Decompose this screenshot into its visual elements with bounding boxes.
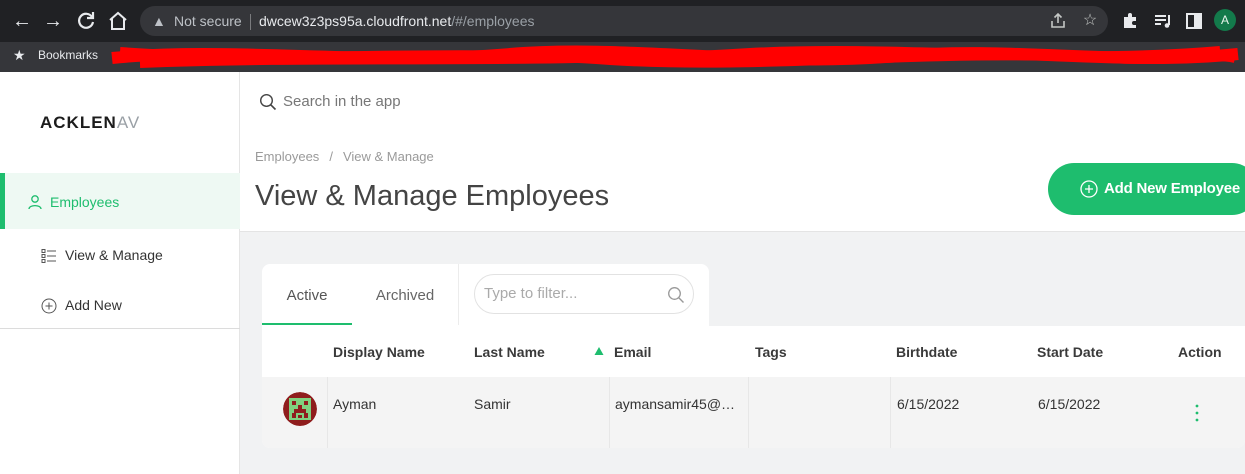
- logo-text-tail: AV: [116, 113, 140, 132]
- tab-active[interactable]: Active: [262, 264, 352, 325]
- home-icon[interactable]: [106, 9, 130, 33]
- tab-divider: [458, 264, 459, 325]
- star-bookmark-icon[interactable]: ☆: [1080, 11, 1100, 31]
- app-search[interactable]: Search in the app: [250, 82, 995, 122]
- sidebar-item-label: Employees: [50, 194, 120, 210]
- bookmarks-label[interactable]: Bookmarks: [38, 48, 98, 62]
- column-header-display-name[interactable]: Display Name: [333, 344, 425, 360]
- redaction-scribble: [111, 45, 1239, 68]
- employees-table: Display Name Last Name Email Tags Birthd…: [262, 326, 1245, 448]
- search-input[interactable]: Search in the app: [283, 93, 401, 110]
- plus-circle-icon: [1080, 180, 1098, 198]
- extensions-puzzle-icon[interactable]: [1118, 9, 1142, 33]
- employee-tabs: Active Archived Type to filter...: [262, 264, 709, 328]
- search-icon: [668, 287, 684, 303]
- browser-toolbar: ← → ▲ Not secure dwcew3z3ps95a.cloudfron…: [0, 0, 1245, 42]
- tab-archived[interactable]: Archived: [360, 264, 450, 325]
- cell-divider: [748, 377, 749, 448]
- url-host: dwcew3z3ps95a.cloudfront.net: [259, 13, 452, 29]
- back-arrow-icon[interactable]: ←: [10, 9, 34, 33]
- address-bar[interactable]: ▲ Not secure dwcew3z3ps95a.cloudfront.ne…: [140, 6, 1108, 36]
- user-icon: [28, 195, 42, 210]
- sidebar: ACKLENAV Employees View & Manage Add New: [0, 72, 240, 474]
- list-icon: [41, 249, 56, 263]
- share-icon[interactable]: [1048, 11, 1068, 31]
- logo-text: ACKLEN: [40, 113, 117, 132]
- side-panel-icon[interactable]: [1182, 9, 1206, 33]
- url-text: dwcew3z3ps95a.cloudfront.net/#/employees: [259, 13, 535, 29]
- profile-avatar[interactable]: A: [1214, 9, 1236, 31]
- table-row[interactable]: Ayman Samir aymansamir45@… 6/15/2022 6/1…: [262, 377, 1245, 448]
- more-actions-icon[interactable]: [1192, 403, 1202, 423]
- sidebar-divider: [0, 328, 240, 329]
- filter-placeholder: Type to filter...: [484, 285, 578, 302]
- cell-display-name: Ayman: [333, 396, 377, 412]
- column-header-email[interactable]: Email: [614, 344, 651, 360]
- active-indicator: [0, 173, 5, 229]
- column-header-tags[interactable]: Tags: [755, 344, 787, 360]
- url-path: /#/employees: [451, 13, 535, 29]
- breadcrumb-item-view-manage[interactable]: View & Manage: [343, 149, 434, 164]
- breadcrumb-separator: /: [329, 149, 333, 164]
- breadcrumb: Employees / View & Manage: [255, 149, 434, 164]
- sort-ascending-icon[interactable]: [594, 346, 604, 356]
- media-queue-icon[interactable]: [1151, 9, 1175, 33]
- cell-email: aymansamir45@…: [615, 396, 736, 412]
- sidebar-item-label: View & Manage: [65, 247, 163, 263]
- plus-circle-icon: [41, 298, 57, 314]
- filter-input[interactable]: Type to filter...: [474, 274, 694, 314]
- cell-start-date: 6/15/2022: [1038, 396, 1101, 412]
- sidebar-item-label: Add New: [65, 297, 122, 313]
- bookmarks-bar: ★ Bookmarks: [0, 42, 1245, 72]
- url-separator: [250, 14, 251, 30]
- security-label: Not secure: [174, 13, 242, 29]
- forward-arrow-icon[interactable]: →: [41, 9, 65, 33]
- column-header-action: Action: [1178, 344, 1222, 360]
- search-icon: [259, 93, 277, 111]
- bookmark-star-icon: ★: [13, 47, 26, 63]
- sidebar-item-employees[interactable]: Employees: [0, 173, 240, 229]
- cell-birthdate: 6/15/2022: [897, 396, 960, 412]
- reload-icon[interactable]: [74, 9, 98, 33]
- add-button-label: Add New Employee: [1104, 180, 1240, 197]
- breadcrumb-item-employees[interactable]: Employees: [255, 149, 319, 164]
- employee-avatar: [283, 392, 317, 426]
- column-header-start-date[interactable]: Start Date: [1037, 344, 1103, 360]
- app-logo[interactable]: ACKLENAV: [40, 113, 140, 133]
- cell-divider: [890, 377, 891, 448]
- cell-divider: [327, 377, 328, 448]
- cell-divider: [609, 377, 610, 448]
- page-title: View & Manage Employees: [255, 180, 610, 212]
- column-header-last-name[interactable]: Last Name: [474, 344, 545, 360]
- warning-icon: ▲: [152, 13, 166, 29]
- add-new-employee-button[interactable]: Add New Employee: [1048, 163, 1245, 215]
- column-header-birthdate[interactable]: Birthdate: [896, 344, 957, 360]
- cell-last-name: Samir: [474, 396, 511, 412]
